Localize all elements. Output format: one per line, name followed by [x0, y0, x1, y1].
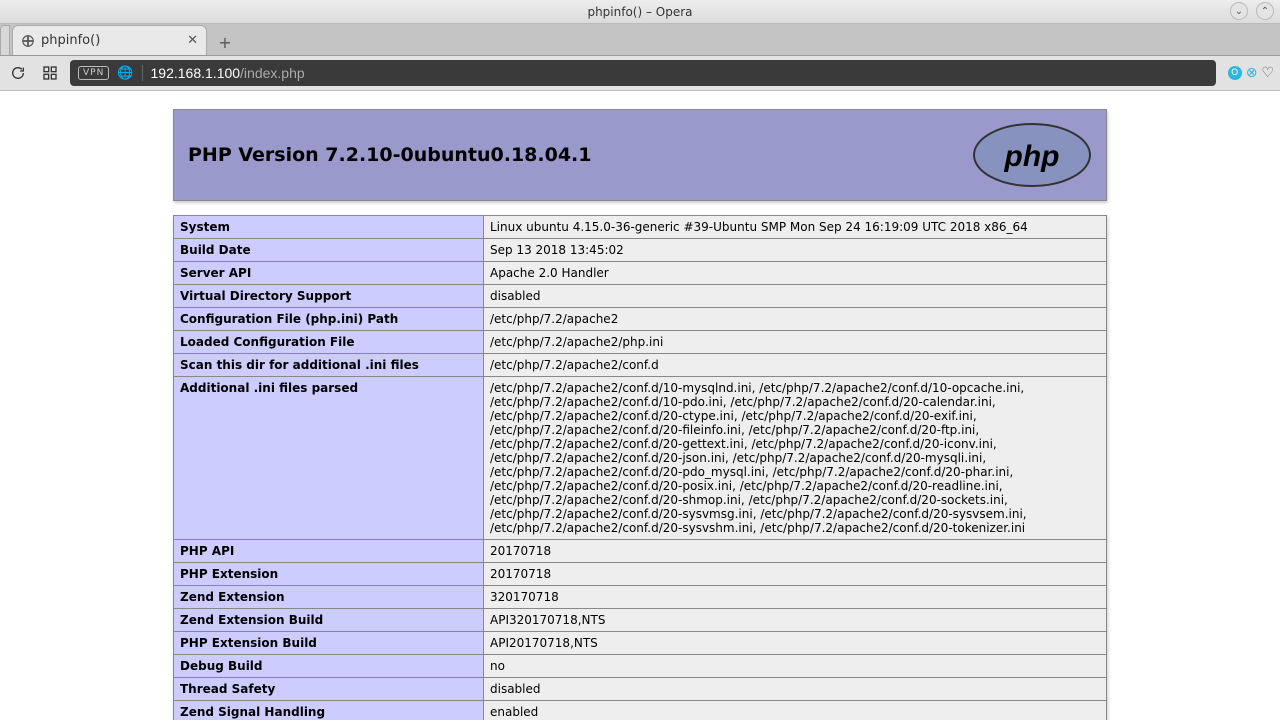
- tab-overflow-stub[interactable]: [0, 25, 10, 55]
- chevron-up-icon: ⌃: [1261, 6, 1269, 17]
- table-row: Zend Signal Handlingenabled: [174, 701, 1107, 720]
- table-row: Virtual Directory Supportdisabled: [174, 285, 1107, 308]
- svg-text:php: php: [1004, 140, 1060, 173]
- url-path: /index.php: [240, 65, 305, 81]
- table-row: Loaded Configuration File/etc/php/7.2/ap…: [174, 331, 1107, 354]
- config-value: no: [484, 655, 1107, 678]
- page-viewport[interactable]: PHP Version 7.2.10-0ubuntu0.18.04.1 php …: [0, 91, 1280, 720]
- window-titlebar: phpinfo() – Opera ⌄ ⌃: [0, 0, 1280, 24]
- plus-icon: +: [218, 33, 231, 52]
- chevron-down-icon: ⌄: [1235, 6, 1243, 17]
- config-value: Sep 13 2018 13:45:02: [484, 239, 1107, 262]
- table-row: PHP Extension BuildAPI20170718,NTS: [174, 632, 1107, 655]
- config-value: disabled: [484, 285, 1107, 308]
- tab-close-button[interactable]: ✕: [187, 33, 198, 48]
- config-value: /etc/php/7.2/apache2: [484, 308, 1107, 331]
- url-text: 192.168.1.100/index.php: [151, 65, 305, 81]
- phpinfo-header: PHP Version 7.2.10-0ubuntu0.18.04.1 php: [173, 109, 1107, 201]
- blocked-close-icon[interactable]: ⊗: [1246, 65, 1258, 81]
- addressbar-right: O ⊗ ♡: [1228, 65, 1274, 81]
- table-row: Server APIApache 2.0 Handler: [174, 262, 1107, 285]
- config-key: Additional .ini files parsed: [174, 377, 484, 540]
- table-row: Build DateSep 13 2018 13:45:02: [174, 239, 1107, 262]
- config-key: PHP Extension Build: [174, 632, 484, 655]
- config-key: Zend Extension Build: [174, 609, 484, 632]
- config-key: System: [174, 216, 484, 239]
- table-row: Thread Safetydisabled: [174, 678, 1107, 701]
- config-value: 320170718: [484, 586, 1107, 609]
- config-value: Linux ubuntu 4.15.0-36-generic #39-Ubunt…: [484, 216, 1107, 239]
- config-key: Thread Safety: [174, 678, 484, 701]
- table-row: Debug Buildno: [174, 655, 1107, 678]
- table-row: SystemLinux ubuntu 4.15.0-36-generic #39…: [174, 216, 1107, 239]
- config-value: /etc/php/7.2/apache2/conf.d/10-mysqlnd.i…: [484, 377, 1107, 540]
- window-minimize-button[interactable]: ⌄: [1230, 2, 1248, 20]
- reload-button[interactable]: [6, 61, 30, 85]
- grid-icon: [42, 65, 58, 81]
- url-host: 192.168.1.100: [151, 65, 241, 81]
- config-value: enabled: [484, 701, 1107, 720]
- window-title: phpinfo() – Opera: [587, 5, 692, 19]
- config-key: Debug Build: [174, 655, 484, 678]
- table-row: Scan this dir for additional .ini files/…: [174, 354, 1107, 377]
- new-tab-button[interactable]: +: [211, 29, 239, 55]
- config-value: /etc/php/7.2/apache2/php.ini: [484, 331, 1107, 354]
- table-row: Zend Extension320170718: [174, 586, 1107, 609]
- heart-icon[interactable]: ♡: [1261, 65, 1274, 81]
- table-row: PHP API20170718: [174, 540, 1107, 563]
- config-key: Zend Extension: [174, 586, 484, 609]
- speed-dial-button[interactable]: [38, 61, 62, 85]
- config-value: API320170718,NTS: [484, 609, 1107, 632]
- config-key: Zend Signal Handling: [174, 701, 484, 720]
- config-key: Scan this dir for additional .ini files: [174, 354, 484, 377]
- config-key: Server API: [174, 262, 484, 285]
- browser-tab[interactable]: phpinfo() ✕: [12, 25, 207, 55]
- config-value: disabled: [484, 678, 1107, 701]
- config-value: /etc/php/7.2/apache2/conf.d: [484, 354, 1107, 377]
- config-value: 20170718: [484, 563, 1107, 586]
- phpinfo-table: SystemLinux ubuntu 4.15.0-36-generic #39…: [173, 215, 1107, 720]
- window-maximize-button[interactable]: ⌃: [1256, 2, 1274, 20]
- php-version-heading: PHP Version 7.2.10-0ubuntu0.18.04.1: [188, 144, 592, 166]
- php-logo-icon: php: [972, 122, 1092, 188]
- config-value: 20170718: [484, 540, 1107, 563]
- config-key: Virtual Directory Support: [174, 285, 484, 308]
- config-key: PHP Extension: [174, 563, 484, 586]
- address-bar: VPN 🌐 192.168.1.100/index.php O ⊗ ♡: [0, 56, 1280, 91]
- config-key: Loaded Configuration File: [174, 331, 484, 354]
- phpinfo-content: PHP Version 7.2.10-0ubuntu0.18.04.1 php …: [173, 109, 1107, 720]
- table-row: Configuration File (php.ini) Path/etc/ph…: [174, 308, 1107, 331]
- vpn-badge[interactable]: VPN: [78, 66, 109, 80]
- table-row: Zend Extension BuildAPI320170718,NTS: [174, 609, 1107, 632]
- config-key: Build Date: [174, 239, 484, 262]
- config-value: Apache 2.0 Handler: [484, 262, 1107, 285]
- tab-favicon-icon: [21, 34, 35, 48]
- table-row: Additional .ini files parsed/etc/php/7.2…: [174, 377, 1107, 540]
- site-info-icon[interactable]: 🌐: [117, 66, 133, 81]
- ad-blocker-badge[interactable]: O: [1228, 66, 1242, 80]
- url-separator: [142, 65, 143, 81]
- tab-strip: phpinfo() ✕ +: [0, 24, 1280, 56]
- config-key: PHP API: [174, 540, 484, 563]
- config-value: API20170718,NTS: [484, 632, 1107, 655]
- tab-title: phpinfo(): [41, 33, 181, 48]
- url-field[interactable]: VPN 🌐 192.168.1.100/index.php: [70, 60, 1216, 86]
- table-row: PHP Extension20170718: [174, 563, 1107, 586]
- reload-icon: [10, 65, 26, 81]
- config-key: Configuration File (php.ini) Path: [174, 308, 484, 331]
